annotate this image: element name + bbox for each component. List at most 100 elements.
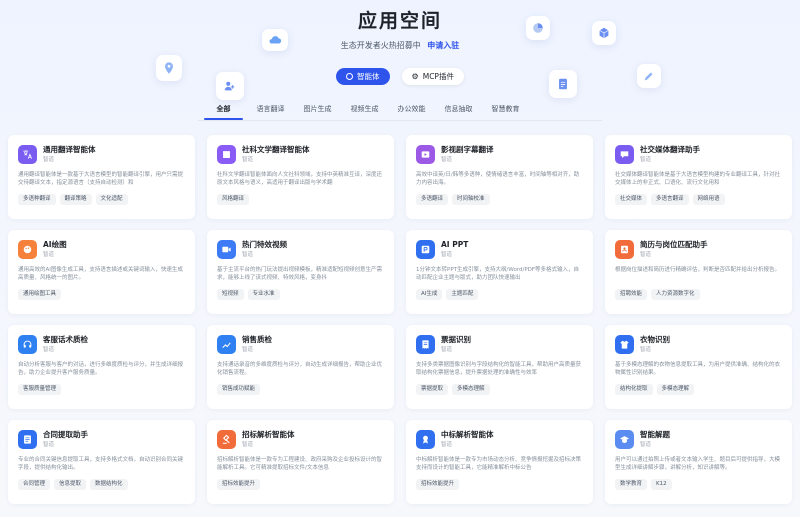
card-header: 中标解析智能体 智道	[416, 430, 583, 450]
app-card[interactable]: AI绘图 智道 通用高效的AI图像生成工具，支持语言描述或关键词输入，快速生成高…	[8, 230, 195, 314]
card-tag: 多模态理解	[452, 384, 490, 395]
card-titles: 社科文学翻译智能体 智道	[242, 145, 310, 164]
contract-icon	[18, 430, 37, 449]
card-title: 票据识别	[441, 335, 471, 344]
agent-dot-icon	[346, 73, 354, 80]
card-tag: 专业水准	[247, 289, 280, 300]
card-tag: 时间轴校准	[452, 194, 490, 205]
card-header: 销售质检 智道	[217, 335, 384, 355]
agent-toggle[interactable]: 智能体	[336, 68, 390, 85]
card-tag: 文化适配	[95, 194, 128, 205]
bid-icon	[217, 430, 236, 449]
card-description: 招标解析智能体是一款专为工程建设、政府采购及企业投标设计的智能解析工具。它可精准…	[217, 457, 383, 471]
card-description: 社科文学翻译智能体面向人文社科领域，支持中英精准互译，深度还原文本风格与语义，高…	[217, 172, 383, 186]
mcp-logo-icon: ⚙	[411, 72, 419, 81]
edu-icon	[615, 430, 634, 449]
app-card[interactable]: 客服话术质检 智道 自动分析客服与客户的对话，进行多维度质检与评分，并生成详细报…	[8, 325, 195, 409]
card-titles: 中标解析智能体 智道	[441, 430, 494, 449]
card-description: 支持通话录音的多维度质检与评分，自动生成详细报告，帮助企业优化销售流程。	[217, 362, 383, 376]
app-card[interactable]: 热门特效视频 智道 基于主流平台的热门玩法提出视频模板，精准适配短视频创意生产需…	[207, 230, 394, 314]
app-card[interactable]: 通用翻译智能体 智道 通用翻译智能体是一款基于大语言模型的智能翻译引擎，用户只需…	[8, 135, 195, 219]
card-titles: 合同提取助手 智道	[43, 430, 88, 449]
hero-subtitle: 生态开发者火热招募中 申请入驻	[0, 40, 800, 51]
card-tags: 合同管理 信息提取 数据结构化	[18, 479, 185, 490]
card-tag: 多语翻译	[416, 194, 449, 205]
tab-2[interactable]: 图片生成	[294, 100, 341, 120]
card-header: 简历与岗位匹配助手 智道	[615, 240, 782, 260]
card-tags: 客服质量管理	[18, 384, 185, 395]
app-card[interactable]: 招标解析智能体 智道 招标解析智能体是一款专为工程建设、政府采购及企业投标设计的…	[207, 420, 394, 504]
app-card[interactable]: 中标解析智能体 智道 中标解析智能体是一款专为市场动态分析、竞争情报挖掘及招标决…	[406, 420, 593, 504]
card-description: 自动分析客服与客户的对话，进行多维度质检与评分，并生成详细报告，助力企业提升客户…	[18, 362, 184, 376]
app-grid: 通用翻译智能体 智道 通用翻译智能体是一款基于大语言模型的智能翻译引擎，用户只需…	[8, 135, 792, 504]
card-tag: 信息提取	[54, 479, 87, 490]
tab-0[interactable]: 全部	[200, 100, 247, 120]
card-description: 中标解析智能体是一款专为市场动态分析、竞争情报挖掘及招标决策支持而设计的智能工具…	[416, 457, 582, 471]
card-header: 合同提取助手 智道	[18, 430, 185, 450]
card-type: 智道	[242, 157, 254, 163]
card-titles: 客服话术质检 智道	[43, 335, 88, 354]
book-icon	[217, 145, 236, 164]
card-header: 招标解析智能体 智道	[217, 430, 384, 450]
card-titles: 影视剧字幕翻译 智道	[441, 145, 494, 164]
card-tag: 合同管理	[18, 479, 51, 490]
card-type: 智道	[242, 252, 254, 258]
page-title: 应用空间	[357, 10, 442, 32]
mcp-toggle-label: MCP插件	[422, 72, 454, 81]
card-description: 基于多模态理解的衣物信息提取工具，为用户提供准确、结构化的衣物属性识别结果。	[615, 362, 781, 376]
app-card[interactable]: 票据识别 智道 支持多类票据图像识别与字段结构化的智能工具，帮助用户高质量获取结…	[406, 325, 593, 409]
tab-1[interactable]: 语言翻译	[247, 100, 294, 120]
card-title: 智能解题	[640, 430, 670, 439]
headset-icon	[18, 335, 37, 354]
card-tags: 通用绘图工具	[18, 289, 185, 300]
card-type: 智道	[640, 442, 652, 448]
apply-link[interactable]: 申请入驻	[427, 41, 459, 50]
app-card[interactable]: 社科文学翻译智能体 智道 社科文学翻译智能体面向人文社科领域，支持中英精准互译，…	[207, 135, 394, 219]
film-icon	[416, 145, 435, 164]
card-header: 社科文学翻译智能体 智道	[217, 145, 384, 165]
card-description: 专业的合同关键信息提取工具，支持多格式文档，自动识别合同关键字段，提供结构化输出…	[18, 457, 184, 471]
card-title: 衣物识别	[640, 335, 670, 344]
card-title: 热门特效视频	[242, 240, 287, 249]
card-title: 通用翻译智能体	[43, 145, 96, 154]
card-tag: 数据结构化	[90, 479, 128, 490]
app-card[interactable]: 合同提取助手 智道 专业的合同关键信息提取工具，支持多格式文档，自动识别合同关键…	[8, 420, 195, 504]
card-tag: 招聘效能	[615, 289, 648, 300]
card-tags: 多语种翻译 翻译策略 文化适配	[18, 194, 185, 205]
card-tag: 销售成功赋能	[217, 384, 261, 395]
app-card[interactable]: 影视剧字幕翻译 智道 高效中译英/日/韩等多语种，使情绪语言丰富，时间轴等相对齐…	[406, 135, 593, 219]
app-card[interactable]: AI PPT 智道 1分钟文本转PPT生成引擎，支持大纲/Word/PDF等多格…	[406, 230, 593, 314]
card-tags: 票据提取 多模态理解	[416, 384, 583, 395]
card-tag: 票据提取	[416, 384, 449, 395]
mcp-toggle[interactable]: ⚙ MCP插件	[401, 68, 464, 85]
tab-4[interactable]: 办公效能	[388, 100, 435, 120]
card-title: 影视剧字幕翻译	[441, 145, 494, 154]
card-type: 智道	[441, 442, 453, 448]
card-tag: K12	[651, 479, 672, 490]
card-header: 智能解题 智道	[615, 430, 782, 450]
app-card[interactable]: 销售质检 智道 支持通话录音的多维度质检与评分，自动生成详细报告，帮助企业优化销…	[207, 325, 394, 409]
tab-3[interactable]: 视频生成	[341, 100, 388, 120]
cloud-icon	[262, 29, 288, 51]
app-card[interactable]: 智能解题 智道 用户可以通过拍照上传或者文本输入学生、题目后可提供指导，大模型生…	[605, 420, 792, 504]
card-titles: 招标解析智能体 智道	[242, 430, 295, 449]
card-header: 影视剧字幕翻译 智道	[416, 145, 583, 165]
card-titles: 衣物识别 智道	[640, 335, 670, 354]
card-titles: 简历与岗位匹配助手 智道	[640, 240, 708, 259]
app-card[interactable]: 社交媒体翻译助手 智道 社交媒体翻译智能体是基于大语言模型构建的专业翻译工具，针…	[605, 135, 792, 219]
app-card[interactable]: 衣物识别 智道 基于多模态理解的衣物信息提取工具，为用户提供准确、结构化的衣物属…	[605, 325, 792, 409]
card-tag: 主题匹配	[446, 289, 479, 300]
tab-5[interactable]: 信息抽取	[435, 100, 482, 120]
card-titles: 通用翻译智能体 智道	[43, 145, 96, 164]
card-tags: 风格翻译	[217, 194, 384, 205]
card-titles: 票据识别 智道	[441, 335, 471, 354]
card-type: 智道	[43, 157, 55, 163]
card-description: 根据岗位描述和简历进行精确评估，判断是否匹配并给出分析报告。	[615, 267, 781, 273]
card-type: 智道	[640, 347, 652, 353]
card-tags: 招标效能提升	[217, 479, 384, 490]
card-type: 智道	[242, 347, 254, 353]
tab-6[interactable]: 智慧教育	[482, 100, 529, 120]
card-tag: 多语种翻译	[18, 194, 56, 205]
app-card[interactable]: 简历与岗位匹配助手 智道 根据岗位描述和简历进行精确评估，判断是否匹配并给出分析…	[605, 230, 792, 314]
card-type: 智道	[441, 157, 453, 163]
